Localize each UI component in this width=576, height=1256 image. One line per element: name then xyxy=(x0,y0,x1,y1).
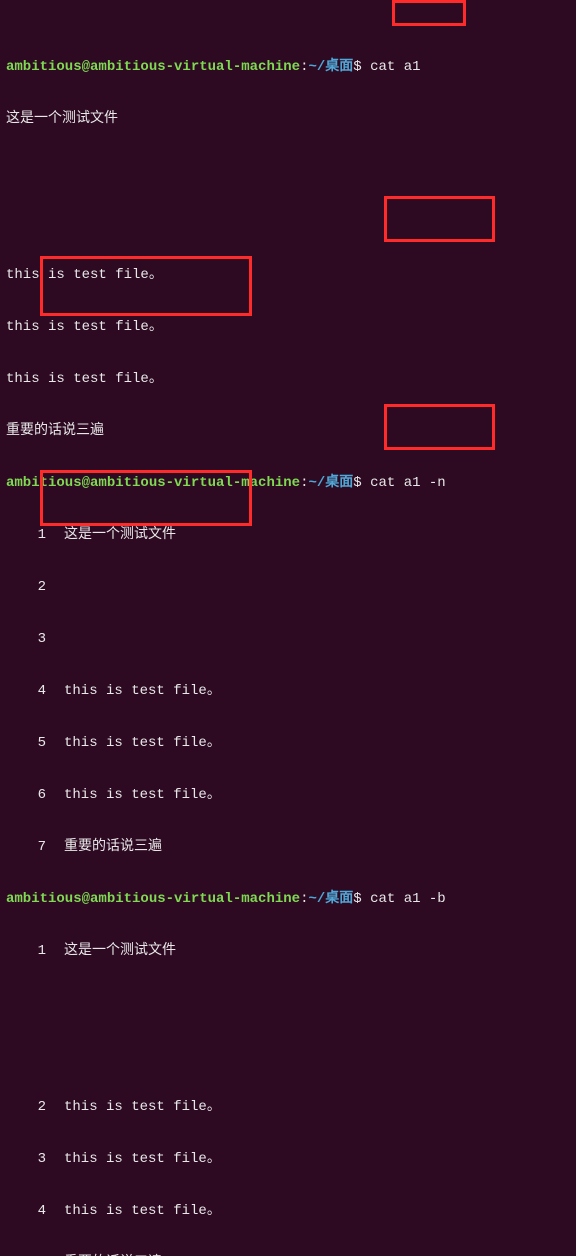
output-line xyxy=(6,210,570,236)
prompt-sep2: $ xyxy=(353,59,370,75)
prompt-path: ~/桌面 xyxy=(308,475,353,491)
numbered-line: 4this is test file。 xyxy=(6,678,570,704)
output-line xyxy=(6,158,570,184)
numbered-line: 7重要的话说三遍 xyxy=(6,834,570,860)
numbered-line: 4this is test file。 xyxy=(6,1198,570,1224)
line-number: 6 xyxy=(6,782,64,808)
prompt-user: ambitious@ambitious-virtual-machine xyxy=(6,59,300,75)
cmd-1: cat a1 xyxy=(370,59,420,75)
numbered-line: 1这是一个测试文件 xyxy=(6,938,570,964)
output-line: this is test file。 xyxy=(6,262,570,288)
output-line: 重要的话说三遍 xyxy=(6,418,570,444)
output-text: this is test file。 xyxy=(64,683,221,699)
prompt-line-3: ambitious@ambitious-virtual-machine:~/桌面… xyxy=(6,886,570,912)
output-text: 这是一个测试文件 xyxy=(64,943,176,959)
line-number: 4 xyxy=(6,1198,64,1224)
line-number: 5 xyxy=(6,1250,64,1256)
prompt-line-2: ambitious@ambitious-virtual-machine:~/桌面… xyxy=(6,470,570,496)
output-text: this is test file。 xyxy=(64,1151,221,1167)
prompt-sep2: $ xyxy=(353,475,370,491)
output-text: this is test file。 xyxy=(64,1099,221,1115)
line-number: 3 xyxy=(6,626,64,652)
output-line: this is test file。 xyxy=(6,314,570,340)
output-line: this is test file。 xyxy=(6,366,570,392)
numbered-line: 3this is test file。 xyxy=(6,1146,570,1172)
output-text: 重要的话说三遍 xyxy=(64,839,162,855)
prompt-path: ~/桌面 xyxy=(308,891,353,907)
numbered-line xyxy=(6,990,570,1016)
output-text: this is test file。 xyxy=(64,735,221,751)
numbered-line: 2this is test file。 xyxy=(6,1094,570,1120)
numbered-line: 6this is test file。 xyxy=(6,782,570,808)
terminal[interactable]: ambitious@ambitious-virtual-machine:~/桌面… xyxy=(0,0,576,1256)
line-number: 2 xyxy=(6,574,64,600)
cmd-2: cat a1 -n xyxy=(370,475,446,491)
prompt-user: ambitious@ambitious-virtual-machine xyxy=(6,891,300,907)
output-text: 这是一个测试文件 xyxy=(64,527,176,543)
prompt-path: ~/桌面 xyxy=(308,59,353,75)
line-number: 1 xyxy=(6,938,64,964)
prompt-sep2: $ xyxy=(353,891,370,907)
numbered-line: 5重要的话说三遍 xyxy=(6,1250,570,1256)
numbered-line: 3 xyxy=(6,626,570,652)
prompt-line-1: ambitious@ambitious-virtual-machine:~/桌面… xyxy=(6,54,570,80)
output-text: this is test file。 xyxy=(64,787,221,803)
output-text: this is test file。 xyxy=(64,1203,221,1219)
output-line: 这是一个测试文件 xyxy=(6,106,570,132)
prompt-user: ambitious@ambitious-virtual-machine xyxy=(6,475,300,491)
line-number: 3 xyxy=(6,1146,64,1172)
numbered-line: 1这是一个测试文件 xyxy=(6,522,570,548)
output-text: 重要的话说三遍 xyxy=(64,1255,162,1256)
numbered-line: 2 xyxy=(6,574,570,600)
line-number: 7 xyxy=(6,834,64,860)
numbered-line: 5this is test file。 xyxy=(6,730,570,756)
line-number: 2 xyxy=(6,1094,64,1120)
cmd-3: cat a1 -b xyxy=(370,891,446,907)
line-number: 4 xyxy=(6,678,64,704)
line-number: 5 xyxy=(6,730,64,756)
line-number: 1 xyxy=(6,522,64,548)
prompt-sep1: : xyxy=(300,891,308,907)
numbered-line xyxy=(6,1042,570,1068)
